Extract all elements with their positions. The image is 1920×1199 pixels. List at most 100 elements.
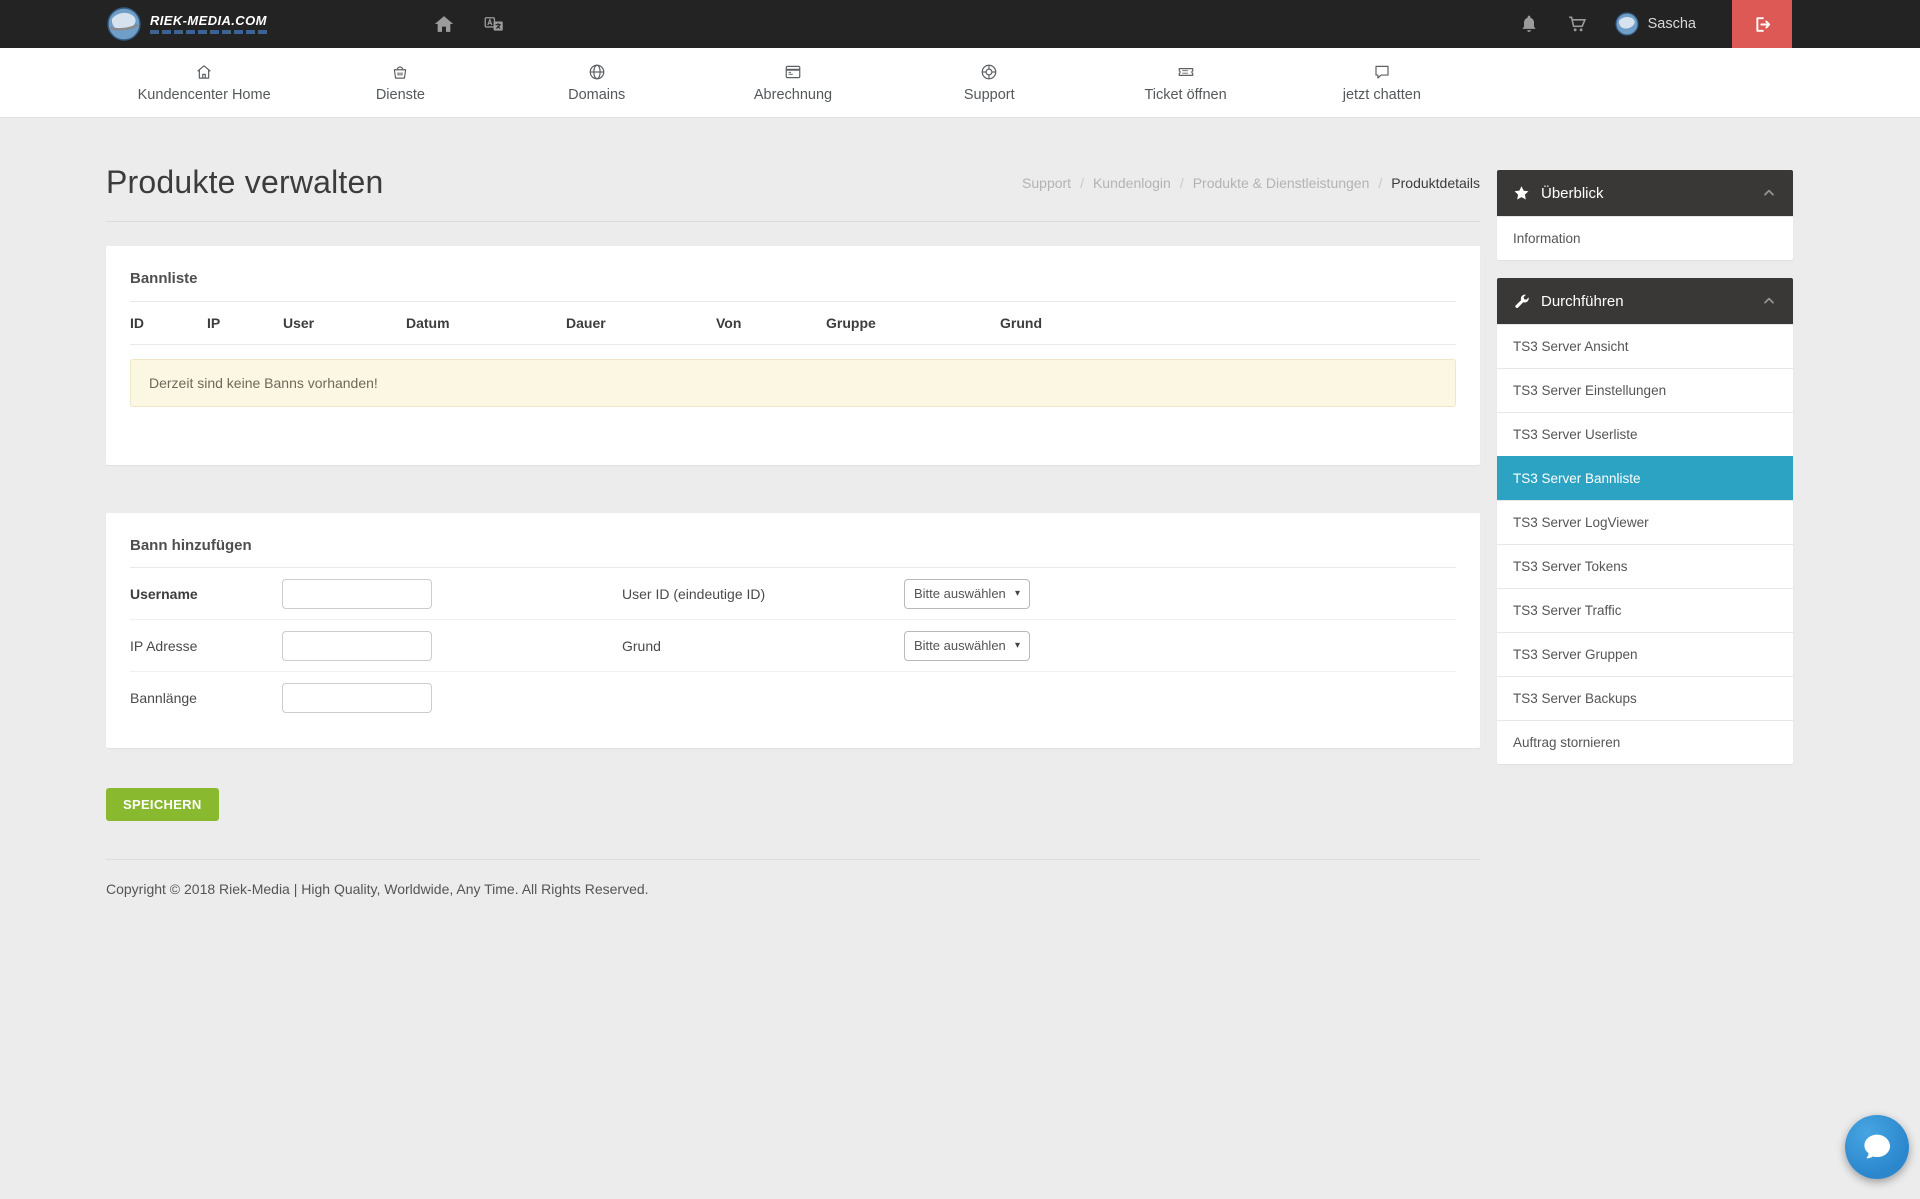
overview-panel: Überblick Information — [1497, 170, 1793, 260]
credit-card-icon — [784, 63, 802, 81]
nav-item-dienste[interactable]: Dienste — [302, 48, 498, 117]
breadcrumb-support[interactable]: Support — [1022, 175, 1071, 191]
user-menu[interactable]: Sascha — [1615, 12, 1696, 36]
ip-field[interactable] — [282, 631, 432, 661]
reason-label: Grund — [622, 638, 904, 654]
nav-label: Domains — [568, 87, 625, 103]
banlist-heading: Bannliste — [130, 270, 1456, 287]
sidebar-item-ts3-backups[interactable]: TS3 Server Backups — [1497, 676, 1793, 720]
chat-bubble-icon — [1373, 63, 1391, 81]
empty-banlist-alert: Derzeit sind keine Banns vorhanden! — [130, 359, 1456, 407]
sidebar-item-ts3-traffic[interactable]: TS3 Server Traffic — [1497, 588, 1793, 632]
banlist-header-row: ID IP User Datum Dauer Von Gruppe Grund — [130, 302, 1456, 345]
sidebar-item-ts3-gruppen[interactable]: TS3 Server Gruppen — [1497, 632, 1793, 676]
avatar — [1615, 12, 1639, 36]
language-icon[interactable] — [484, 14, 504, 34]
sidebar-item-ts3-userliste[interactable]: TS3 Server Userliste — [1497, 412, 1793, 456]
topbar: RIEK-MEDIA.COM Sascha — [0, 0, 1920, 48]
basket-icon — [391, 63, 409, 81]
sidebar-item-ts3-tokens[interactable]: TS3 Server Tokens — [1497, 544, 1793, 588]
userid-label: User ID (eindeutige ID) — [622, 586, 904, 602]
chevron-down-icon: ▾ — [1015, 640, 1020, 651]
cart-icon[interactable] — [1567, 14, 1587, 34]
col-dauer: Dauer — [566, 302, 716, 345]
logout-button[interactable] — [1732, 0, 1792, 48]
star-icon — [1513, 185, 1530, 202]
col-user: User — [283, 302, 406, 345]
nav-label: jetzt chatten — [1343, 87, 1421, 103]
overview-panel-header[interactable]: Überblick — [1497, 170, 1793, 216]
username-field[interactable] — [282, 579, 432, 609]
nav-label: Dienste — [376, 87, 425, 103]
page-title: Produkte verwalten — [106, 164, 384, 201]
add-ban-panel: Bann hinzufügen Username User ID (eindeu… — [106, 513, 1480, 748]
breadcrumb-produkte[interactable]: Produkte & Dienstleistungen — [1193, 175, 1370, 191]
breadcrumb-separator: / — [1180, 175, 1184, 191]
sidebar-item-information[interactable]: Information — [1497, 216, 1793, 260]
actions-panel-header[interactable]: Durchführen — [1497, 278, 1793, 324]
banlist-panel: Bannliste ID IP User Datum Dauer Von Gru… — [106, 246, 1480, 465]
wrench-icon — [1513, 293, 1530, 310]
col-von: Von — [716, 302, 826, 345]
breadcrumb-produktdetails: Produktdetails — [1391, 175, 1480, 191]
sidebar-item-ts3-ansicht[interactable]: TS3 Server Ansicht — [1497, 324, 1793, 368]
form-row-banlength: Bannlänge — [130, 672, 1456, 724]
nav-item-domains[interactable]: Domains — [499, 48, 695, 117]
chevron-up-icon — [1761, 293, 1777, 309]
col-datum: Datum — [406, 302, 566, 345]
nav-item-jetzt-chatten[interactable]: jetzt chatten — [1284, 48, 1480, 117]
footer-copyright: Copyright © 2018 Riek-Media | High Quali… — [106, 859, 1480, 943]
banlength-label: Bannlänge — [130, 690, 282, 706]
chat-widget-button[interactable] — [1845, 1115, 1909, 1179]
sidebar-item-ts3-einstellungen[interactable]: TS3 Server Einstellungen — [1497, 368, 1793, 412]
nav-label: Kundencenter Home — [138, 87, 271, 103]
sidebar-item-ts3-logviewer[interactable]: TS3 Server LogViewer — [1497, 500, 1793, 544]
globe-icon — [588, 63, 606, 81]
userid-select-value: Bitte auswählen — [914, 586, 1006, 601]
col-id: ID — [130, 302, 207, 345]
brand-logo[interactable]: RIEK-MEDIA.COM — [106, 6, 268, 42]
save-button[interactable]: SPEICHERN — [106, 788, 219, 821]
banlength-field[interactable] — [282, 683, 432, 713]
breadcrumb: Support / Kundenlogin / Produkte & Diens… — [1022, 175, 1480, 191]
userid-select[interactable]: Bitte auswählen ▾ — [904, 579, 1030, 609]
breadcrumb-separator: / — [1080, 175, 1084, 191]
sidebar-item-auftrag-stornieren[interactable]: Auftrag stornieren — [1497, 720, 1793, 764]
reason-select-value: Bitte auswählen — [914, 638, 1006, 653]
ticket-icon — [1177, 63, 1195, 81]
overview-title: Überblick — [1541, 185, 1604, 202]
col-gruppe: Gruppe — [826, 302, 1000, 345]
notifications-bell-icon[interactable] — [1519, 14, 1539, 34]
logout-icon — [1753, 15, 1772, 34]
sidebar: Überblick Information Durchführen TS3 Se… — [1497, 118, 1793, 782]
banlist-table: ID IP User Datum Dauer Von Gruppe Grund — [130, 301, 1456, 345]
sidebar-item-ts3-bannliste[interactable]: TS3 Server Bannliste — [1497, 456, 1793, 500]
col-grund: Grund — [1000, 302, 1456, 345]
actions-panel: Durchführen TS3 Server Ansicht TS3 Serve… — [1497, 278, 1793, 764]
ip-label: IP Adresse — [130, 638, 282, 654]
col-ip: IP — [207, 302, 283, 345]
topbar-user-area: Sascha — [1519, 0, 1792, 48]
breadcrumb-separator: / — [1378, 175, 1382, 191]
user-name: Sascha — [1648, 16, 1696, 32]
nav-item-support[interactable]: Support — [891, 48, 1087, 117]
nav-label: Support — [964, 87, 1015, 103]
actions-title: Durchführen — [1541, 293, 1624, 310]
home-icon[interactable] — [434, 14, 454, 34]
form-row-ip: IP Adresse Grund Bitte auswählen ▾ — [130, 620, 1456, 672]
nav-label: Ticket öffnen — [1144, 87, 1226, 103]
username-label: Username — [130, 586, 282, 602]
nav-item-abrechnung[interactable]: Abrechnung — [695, 48, 891, 117]
topbar-quick-links — [434, 14, 504, 34]
form-row-username: Username User ID (eindeutige ID) Bitte a… — [130, 568, 1456, 620]
reason-select[interactable]: Bitte auswählen ▾ — [904, 631, 1030, 661]
brand-tagline — [150, 30, 268, 34]
chevron-down-icon: ▾ — [1015, 588, 1020, 599]
nav-item-kundencenter-home[interactable]: Kundencenter Home — [106, 48, 302, 117]
nav-label: Abrechnung — [754, 87, 832, 103]
house-icon — [195, 63, 213, 81]
nav-item-ticket-oeffnen[interactable]: Ticket öffnen — [1087, 48, 1283, 117]
breadcrumb-kundenlogin[interactable]: Kundenlogin — [1093, 175, 1171, 191]
chat-bubble-icon — [1859, 1129, 1895, 1165]
brand-name: RIEK-MEDIA.COM — [150, 14, 268, 27]
